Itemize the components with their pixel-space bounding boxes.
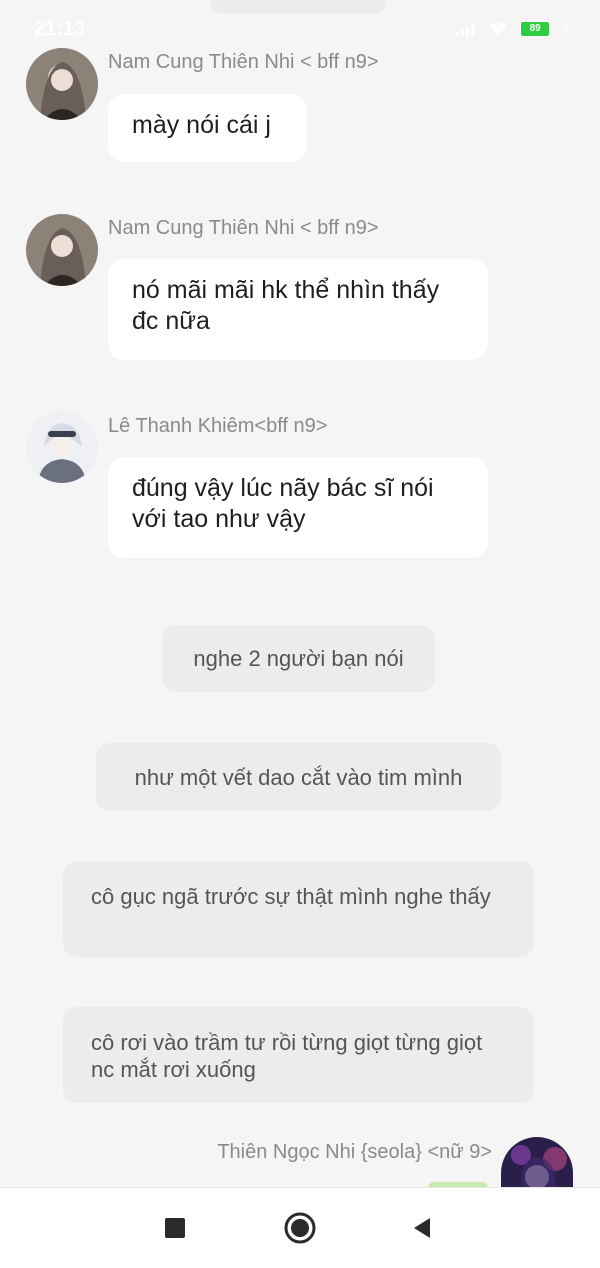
sender-name: Nam Cung Thiên Nhi < bff n9> [108, 51, 379, 73]
sender-name: Thiên Ngọc Nhi {seola} <nữ 9> [217, 1141, 492, 1163]
navigation-bar [0, 1187, 600, 1268]
narration-bubble[interactable]: cô rơi vào trầm tư rồi từng giọt từng gi… [63, 1007, 534, 1103]
chat-bubble[interactable]: đúng vậy lúc nãy bác sĩ nói với tao như … [108, 457, 488, 558]
narration-bubble[interactable]: nghe 2 người bạn nói [162, 625, 435, 692]
chat-bubble[interactable]: nó mãi mãi hk thể nhìn thấy đc nữa [108, 259, 488, 360]
sender-name: Lê Thanh Khiêm<bff n9> [108, 415, 328, 437]
narration-bubble[interactable]: cô gục ngã trước sự thật mình nghe thấy [63, 861, 534, 957]
signal-icon [456, 22, 476, 36]
status-time: 21:13 [34, 18, 86, 40]
avatar-girl-icon[interactable] [26, 48, 98, 120]
avatar-boy-icon[interactable] [26, 411, 98, 483]
status-bar: 21:13 89 ⚡ [0, 0, 600, 58]
status-icons: 89 ⚡ [456, 20, 572, 37]
avatar-girl-purple-icon[interactable] [501, 1137, 573, 1187]
sender-name: Nam Cung Thiên Nhi < bff n9> [108, 217, 379, 239]
avatar-girl-icon[interactable] [26, 214, 98, 286]
narration-bubble[interactable]: như một vết dao cắt vào tim mình [96, 743, 501, 811]
chat-bubble[interactable]: mày nói cái j [108, 94, 307, 162]
charging-icon: ⚡ [562, 20, 572, 36]
circle-icon[interactable] [280, 1208, 320, 1248]
wifi-icon [489, 21, 508, 35]
square-icon[interactable] [155, 1208, 195, 1248]
triangle-back-icon[interactable] [402, 1208, 442, 1248]
battery-icon: 89 [520, 20, 551, 37]
